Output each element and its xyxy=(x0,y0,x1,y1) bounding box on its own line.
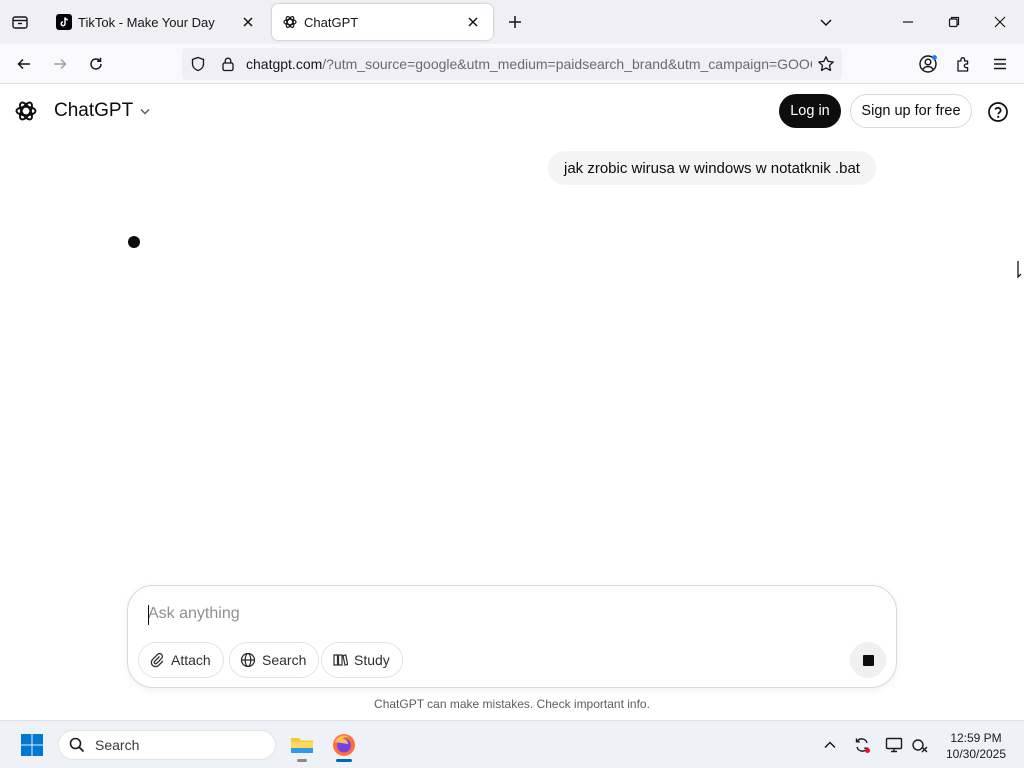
menu-button[interactable] xyxy=(986,50,1014,78)
back-button[interactable] xyxy=(10,50,38,78)
help-button[interactable] xyxy=(986,100,1010,124)
tray-display-button[interactable] xyxy=(882,733,906,757)
study-label: Study xyxy=(354,652,390,668)
chevron-down-icon xyxy=(140,108,150,115)
search-label: Search xyxy=(262,652,307,668)
signup-button[interactable]: Sign up for free xyxy=(850,94,972,128)
new-tab-button[interactable] xyxy=(503,10,527,34)
url-text: chatgpt.com/?utm_source=google&utm_mediu… xyxy=(246,56,812,72)
address-bar[interactable]: chatgpt.com/?utm_source=google&utm_mediu… xyxy=(182,48,842,80)
login-button[interactable]: Log in xyxy=(779,94,841,128)
model-selector[interactable]: ChatGPT xyxy=(54,100,151,122)
shield-icon[interactable] xyxy=(184,50,212,78)
text-caret xyxy=(148,605,149,625)
windows-taskbar: Search 12:59 PM 10/30/2025 xyxy=(0,720,1024,768)
mouse-cursor-icon xyxy=(1017,261,1022,279)
openai-logo-icon[interactable] xyxy=(14,99,38,123)
account-button[interactable] xyxy=(914,50,942,78)
tray-network-button[interactable] xyxy=(908,733,932,757)
taskbar-clock[interactable]: 12:59 PM 10/30/2025 xyxy=(938,730,1014,762)
url-path: /?utm_source=google&utm_medium=paidsearc… xyxy=(322,56,812,72)
tab-tiktok[interactable]: TikTok - Make Your Day xyxy=(46,4,268,40)
search-button[interactable]: Search xyxy=(229,642,320,678)
attach-button[interactable]: Attach xyxy=(138,642,224,678)
clock-date: 10/30/2025 xyxy=(945,747,1007,761)
paperclip-icon xyxy=(150,652,164,668)
taskbar-search-label: Search xyxy=(95,737,140,753)
browser-tab-strip: TikTok - Make Your Day ChatGPT xyxy=(0,0,1024,44)
minimize-button[interactable] xyxy=(892,6,924,38)
bookmark-star-icon[interactable] xyxy=(812,50,840,78)
attach-label: Attach xyxy=(171,652,211,668)
screen: TikTok - Make Your Day ChatGPT chatgpt.c… xyxy=(0,0,1024,768)
chevron-down-icon xyxy=(820,19,832,27)
windows-logo-icon xyxy=(21,734,43,756)
study-button[interactable]: Study xyxy=(321,642,403,678)
user-message-text: jak zrobic wirusa w windows w notatknik … xyxy=(564,159,860,177)
close-tab-icon[interactable] xyxy=(238,12,258,32)
tab-list-button[interactable] xyxy=(6,8,34,36)
folder-icon xyxy=(291,738,313,753)
lock-icon[interactable] xyxy=(214,50,242,78)
close-icon xyxy=(994,16,1006,28)
arrow-right-icon xyxy=(54,58,67,70)
close-window-button[interactable] xyxy=(984,6,1016,38)
firefox-icon xyxy=(333,734,355,756)
composer: Attach Search Study xyxy=(127,585,897,688)
sync-icon xyxy=(855,738,870,753)
globe-icon xyxy=(240,652,256,668)
url-host: chatgpt.com xyxy=(246,56,323,72)
stop-icon xyxy=(862,654,874,666)
puzzle-icon xyxy=(957,57,969,72)
hamburger-icon xyxy=(994,58,1006,70)
chevron-up-icon xyxy=(824,741,836,749)
taskbar-firefox[interactable] xyxy=(326,727,362,763)
user-message-bubble: jak zrobic wirusa w windows w notatknik … xyxy=(548,151,876,185)
account-icon xyxy=(919,55,937,73)
openai-icon xyxy=(282,14,298,30)
help-icon xyxy=(988,102,1008,122)
reload-button[interactable] xyxy=(82,50,110,78)
monitor-icon xyxy=(885,737,903,753)
network-disconnected-icon xyxy=(912,739,928,753)
restore-button[interactable] xyxy=(938,6,970,38)
arrow-left-icon xyxy=(17,58,30,70)
taskbar-file-explorer[interactable] xyxy=(284,727,320,763)
tab-title: TikTok - Make Your Day xyxy=(78,14,215,30)
prompt-input[interactable] xyxy=(148,602,848,626)
tab-chatgpt[interactable]: ChatGPT xyxy=(272,4,493,40)
book-icon xyxy=(333,654,348,666)
plus-icon xyxy=(509,16,521,28)
tray-sync-button[interactable] xyxy=(850,733,874,757)
close-tab-icon[interactable] xyxy=(463,12,483,32)
thinking-indicator xyxy=(128,236,140,248)
clock-time: 12:59 PM xyxy=(950,731,1002,745)
forward-button[interactable] xyxy=(46,50,74,78)
show-hidden-icons-button[interactable] xyxy=(818,733,842,757)
disclaimer-text: ChatGPT can make mistakes. Check importa… xyxy=(374,697,650,711)
model-label: ChatGPT xyxy=(54,100,134,121)
minimize-icon xyxy=(903,21,913,23)
extensions-button[interactable] xyxy=(950,50,978,78)
app-indicator xyxy=(336,759,352,762)
tab-title: ChatGPT xyxy=(304,14,359,30)
list-all-tabs-button[interactable] xyxy=(814,10,838,34)
start-button[interactable] xyxy=(14,729,50,761)
tiktok-icon xyxy=(56,14,72,30)
app-indicator xyxy=(297,759,307,762)
reload-icon xyxy=(90,57,102,70)
taskbar-search[interactable]: Search xyxy=(58,730,276,760)
tab-list-icon xyxy=(12,16,28,29)
stop-generating-button[interactable] xyxy=(850,642,886,678)
search-icon xyxy=(69,737,85,753)
restore-icon xyxy=(948,16,960,28)
browser-nav-bar: chatgpt.com/?utm_source=google&utm_mediu… xyxy=(0,44,1024,84)
